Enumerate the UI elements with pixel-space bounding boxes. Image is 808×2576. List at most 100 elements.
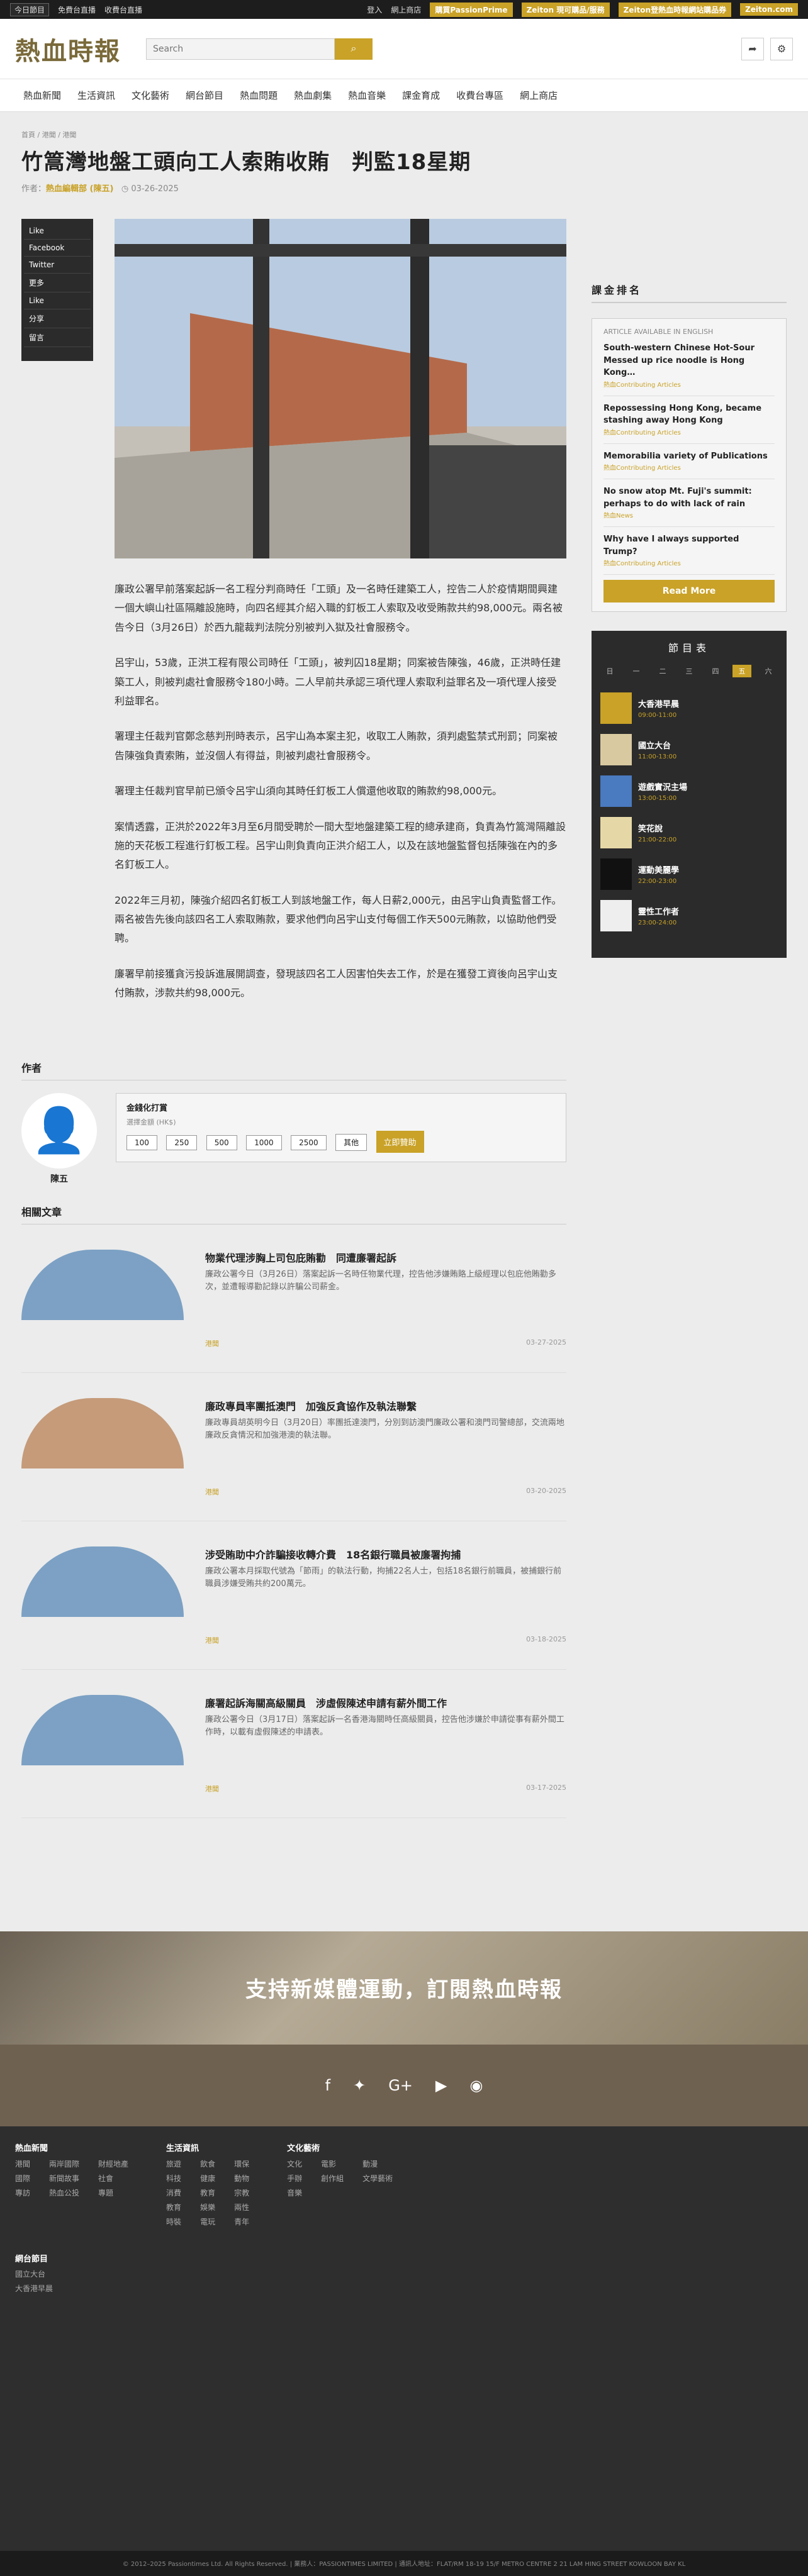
nav-item[interactable]: 網台節目 [177,89,232,102]
footer-link[interactable]: 科技 [166,2173,181,2184]
like-button[interactable]: Like [24,223,91,240]
buy-prime-button[interactable]: 購買PassionPrime [430,2,513,17]
english-article-title[interactable]: Repossessing Hong Kong, became stashing … [603,402,775,427]
footer-link[interactable]: 健康 [200,2173,215,2184]
share-count[interactable]: 分享 [24,309,91,328]
footer-link[interactable]: 動漫 [362,2158,393,2169]
amount-option[interactable]: 其他 [335,1133,368,1151]
day-tab[interactable]: 四 [706,665,725,677]
related-category[interactable]: 港聞 [205,1784,219,1794]
list-item[interactable]: South-western Chinese Hot-Sour Messed up… [603,336,775,396]
zeiton-com-button[interactable]: Zeiton.com [740,3,798,16]
day-tab[interactable]: 六 [759,665,778,677]
facebook-icon[interactable]: f [325,2077,330,2094]
avatar[interactable]: 👤 [21,1092,97,1169]
related-title[interactable]: 物業代理涉胸上司包庇賄勸 同遭廉署起訴 [205,1250,566,1265]
program-item[interactable]: 靈性工作者 23:00-24:00 [600,895,778,936]
footer-link[interactable]: 專題 [98,2187,128,2198]
share-icon[interactable]: ➦ [741,37,764,60]
article-tag[interactable]: 熱血Contributing Articles [603,382,681,389]
english-article-title[interactable]: Memorabilia variety of Publications [603,450,775,463]
author-name[interactable]: 陳五 [21,1172,97,1185]
related-item[interactable]: 廉政專員率團抵澳門 加強反貪協作及執法聯繫 廉政專員胡英明今日（3月20日）率團… [21,1397,566,1521]
footer-link[interactable]: 手辦 [287,2173,302,2184]
subscribe-banner[interactable]: 支持新媒體運動，訂閱熱血時報 [0,1931,808,2045]
list-item[interactable]: No snow atop Mt. Fuji's summit: perhaps … [603,479,775,527]
shop-link[interactable]: 網上商店 [391,4,421,15]
footer-link[interactable]: 音樂 [287,2187,302,2198]
article-tag[interactable]: 熱血Contributing Articles [603,465,681,472]
related-title[interactable]: 廉署起訴海關高級關員 涉虛假陳述申請有薪外間工作 [205,1695,566,1710]
amount-option[interactable]: 1000 [246,1135,282,1150]
footer-col-title[interactable]: 文化藝術 [287,2141,393,2153]
nav-item[interactable]: 熱血新聞 [15,89,69,102]
footer-link[interactable]: 消費 [166,2187,181,2198]
search-button[interactable]: ⌕ [335,38,373,60]
nav-item[interactable]: 熱血問題 [232,89,286,102]
footer-link[interactable]: 港聞 [15,2158,30,2169]
footer-link[interactable]: 電影 [321,2158,344,2169]
footer-link[interactable]: 青年 [234,2216,249,2227]
list-item[interactable]: Repossessing Hong Kong, became stashing … [603,396,775,444]
day-tab[interactable]: 三 [680,665,699,677]
amount-option[interactable]: 100 [126,1135,157,1150]
footer-link[interactable]: 社會 [98,2173,128,2184]
footer-link[interactable]: 旅遊 [166,2158,181,2169]
footer-link[interactable]: 教育 [200,2187,215,2198]
zeiton-button[interactable]: Zeiton 現可購品/服務 [521,2,610,17]
paid-live-link[interactable]: 收費台直播 [104,4,142,15]
login-link[interactable]: 登入 [367,4,382,15]
related-category[interactable]: 港聞 [205,1487,219,1497]
nav-item[interactable]: 熱血劇集 [286,89,340,102]
podcast-icon[interactable]: ◉ [469,2077,483,2094]
search-input[interactable] [146,38,335,60]
youtube-icon[interactable]: ▶ [435,2077,447,2094]
author-link[interactable]: 熱血編輯部 (陳五) [46,184,113,194]
program-item[interactable]: 笑花說 21:00-22:00 [600,812,778,853]
footer-link[interactable]: 專訪 [15,2187,30,2198]
related-title[interactable]: 涉受賄助中介詐騙接收轉介費 18名銀行職員被廉署拘捕 [205,1546,566,1562]
comment-count[interactable]: 留言 [24,328,91,347]
footer-link[interactable]: 國際 [15,2173,30,2184]
related-thumb[interactable] [21,1546,184,1617]
date-select[interactable]: 今日節目 [10,3,50,16]
twitter-share[interactable]: Twitter [24,257,91,274]
footer-link[interactable]: 財經地產 [98,2158,128,2169]
footer-link[interactable]: 文化 [287,2158,302,2169]
related-title[interactable]: 廉政專員率團抵澳門 加強反貪協作及執法聯繫 [205,1398,566,1413]
free-live-link[interactable]: 免費台直播 [58,4,96,15]
related-thumb[interactable] [21,1694,184,1765]
donate-button[interactable]: 立即贊助 [376,1130,424,1153]
nav-item[interactable]: 熱血音樂 [340,89,394,102]
program-item[interactable]: 大香港早晨 09:00-11:00 [600,687,778,729]
gear-icon[interactable]: ⚙ [770,37,793,60]
english-article-title[interactable]: Why have I always supported Trump? [603,533,775,558]
footer-link[interactable]: 大香港早晨 [15,2282,793,2296]
day-tab[interactable]: 二 [653,665,672,677]
footer-link[interactable]: 兩岸國際 [49,2158,79,2169]
english-article-title[interactable]: No snow atop Mt. Fuji's summit: perhaps … [603,486,775,510]
nav-item[interactable]: 文化藝術 [123,89,177,102]
related-thumb[interactable] [21,1249,184,1320]
related-item[interactable]: 廉署起訴海關高級關員 涉虛假陳述申請有薪外間工作 廉政公署今日（3月17日）落案… [21,1694,566,1818]
article-tag[interactable]: 熱血Contributing Articles [603,560,681,567]
read-more-button[interactable]: Read More [603,580,775,602]
day-tab[interactable]: 日 [600,665,619,677]
facebook-share[interactable]: Facebook [24,240,91,257]
footer-link[interactable]: 兩性 [234,2202,249,2212]
program-item[interactable]: 國立大台 11:00-13:00 [600,729,778,770]
breadcrumb[interactable]: 首頁 / 港聞 / 港聞 [21,130,566,140]
article-tag[interactable]: 熱血News [603,513,633,519]
related-category[interactable]: 港聞 [205,1635,219,1645]
like-count[interactable]: Like [24,292,91,309]
list-item[interactable]: Memorabilia variety of Publications 熱血Con… [603,444,775,479]
site-logo[interactable]: 熱血時報 [15,31,121,67]
day-tab[interactable]: 一 [627,665,646,677]
footer-link[interactable]: 熱血公投 [49,2187,79,2198]
more-share[interactable]: 更多 [24,274,91,292]
footer-link[interactable]: 文學藝術 [362,2173,393,2184]
nav-item[interactable]: 課金育成 [394,89,448,102]
related-thumb[interactable] [21,1397,184,1468]
footer-link[interactable]: 教育 [166,2202,181,2212]
footer-col-title[interactable]: 網台節目 [15,2252,793,2268]
